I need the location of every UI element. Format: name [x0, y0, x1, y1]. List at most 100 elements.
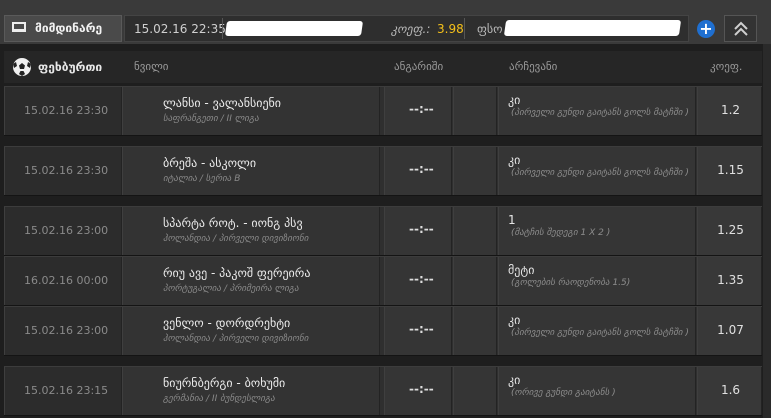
table-row[interactable]: 16.02.16 00:00 რიუ ავე - პაკოშ ფერეირა პ…: [4, 256, 762, 306]
football-icon: [13, 58, 31, 76]
score-cell: --:--: [384, 147, 452, 195]
date-cell: 16.02.16 00:00: [4, 257, 122, 305]
odds-value-cell: 1.35: [717, 273, 744, 287]
divider: [222, 18, 223, 39]
odds-cell: 1.2: [697, 87, 762, 135]
header-score: ანგარიში: [394, 60, 444, 73]
score-extra-cell: [453, 257, 497, 305]
pick-value: კი: [508, 313, 521, 327]
bet-slip-summary[interactable]: 15.02.16 22:35 კოეფ.: 3.98 ფსო: [124, 15, 689, 42]
header-event: ნვილი: [134, 60, 169, 73]
match-score: --:--: [409, 322, 434, 336]
pick-description: (პირველი გუნდი გაიტანს გოლს მატჩში ): [511, 328, 689, 338]
match-league: ჰოლანდია / პირველი დივიზიონი: [163, 234, 309, 244]
double-chevron-up-icon: [734, 21, 748, 36]
pick-description: (ორივე გუნდი გაიტანს ): [511, 388, 616, 398]
pick-cell: კი (პირველი გუნდი გაიტანს გოლს მატჩში ): [498, 307, 696, 355]
header-pick: არჩევანი: [509, 60, 558, 73]
score-cell: --:--: [384, 207, 452, 255]
match-teams[interactable]: ვენლო - დორდრეხტი: [163, 316, 290, 330]
match-cell[interactable]: ბრეშა - ასკოლი იტალია / სერია B: [122, 147, 380, 195]
match-cell[interactable]: ვენლო - დორდრეხტი ჰოლანდია / პირველი დივ…: [122, 307, 380, 355]
odds-value-cell: 1.15: [717, 163, 744, 177]
match-league: პორტუგალია / პრიმეირა ლიგა: [163, 284, 299, 294]
odds-value-cell: 1.2: [720, 103, 741, 117]
tab-live-label: მიმდინარე: [35, 21, 103, 35]
table-row[interactable]: 15.02.16 23:00 ვენლო - დორდრეხტი ჰოლანდი…: [4, 306, 762, 356]
pick-description: (პირველი გუნდი გაიტანს გოლს მატჩში ): [511, 168, 689, 178]
divider: [464, 18, 465, 39]
add-button[interactable]: +: [697, 20, 715, 38]
match-league: გერმანია / II ბუნდესლიგა: [163, 394, 275, 404]
match-score: --:--: [409, 222, 434, 236]
odds-value-cell: 1.25: [717, 223, 744, 237]
match-cell[interactable]: სპარტა როტ. - იონგ პსვ ჰოლანდია / პირველ…: [122, 207, 380, 255]
sport-title: ფეხბურთი: [38, 60, 103, 74]
match-teams[interactable]: სპარტა როტ. - იონგ პსვ: [163, 216, 303, 230]
slip-datetime: 15.02.16 22:35: [134, 22, 226, 36]
match-teams[interactable]: ბრეშა - ასკოლი: [163, 156, 256, 170]
pick-cell: კი (პირველი გუნდი გაიტანს გოლს მატჩში ): [498, 87, 696, 135]
match-score: --:--: [409, 272, 434, 286]
match-cell[interactable]: ნიურნბერგი - ბოხუმი გერმანია / II ბუნდეს…: [122, 367, 380, 415]
date-cell: 15.02.16 23:00: [4, 307, 122, 355]
pick-value: მეტი: [508, 263, 535, 277]
match-teams[interactable]: ნიურნბერგი - ბოხუმი: [163, 376, 285, 390]
match-score: --:--: [409, 102, 434, 116]
fso-label: ფსო: [477, 22, 503, 36]
match-league: იტალია / სერია B: [163, 174, 241, 184]
score-extra-cell: [453, 367, 497, 415]
score-cell: --:--: [384, 307, 452, 355]
pick-description: (პირველი გუნდი გაიტანს გოლს მატჩში ): [511, 108, 689, 118]
table-row[interactable]: 15.02.16 23:30 ბრეშა - ასკოლი იტალია / ს…: [4, 146, 762, 196]
score-cell: --:--: [384, 367, 452, 415]
redaction-mark: [224, 21, 364, 36]
collapse-button[interactable]: [724, 15, 757, 42]
match-cell[interactable]: ლანსი - ვალანსიენი საფრანგეთი / II ლიგა: [122, 87, 380, 135]
match-date: 15.02.16 23:30: [24, 164, 109, 177]
match-date: 15.02.16 23:30: [24, 104, 109, 117]
odds-cell: 1.35: [697, 257, 762, 305]
match-date: 15.02.16 23:00: [24, 324, 109, 337]
odds-cell: 1.15: [697, 147, 762, 195]
pick-value: კი: [508, 93, 521, 107]
table-row[interactable]: 15.02.16 23:30 ლანსი - ვალანსიენი საფრან…: [4, 86, 762, 136]
pick-cell: კი (პირველი გუნდი გაიტანს გოლს მატჩში ): [498, 147, 696, 195]
pick-description: (მატჩის შედეგი 1 X 2 ): [511, 228, 611, 238]
odds-value: 3.98: [437, 22, 464, 36]
odds-label: კოეფ.:: [391, 22, 431, 36]
odds-cell: 1.25: [697, 207, 762, 255]
table-row[interactable]: 15.02.16 23:00 სპარტა როტ. - იონგ პსვ ჰო…: [4, 206, 762, 256]
match-teams[interactable]: რიუ ავე - პაკოშ ფერეირა: [163, 266, 310, 280]
match-date: 15.02.16 23:15: [24, 384, 109, 397]
monitor-icon: [12, 22, 26, 32]
odds-value-cell: 1.07: [717, 323, 744, 337]
top-bar: მიმდინარე 15.02.16 22:35 კოეფ.: 3.98 ფსო…: [0, 0, 771, 44]
match-score: --:--: [409, 162, 434, 176]
match-league: ჰოლანდია / პირველი დივიზიონი: [163, 334, 309, 344]
match-teams[interactable]: ლანსი - ვალანსიენი: [163, 96, 281, 110]
pick-description: (გოლების რაოდენობა 1.5): [511, 278, 631, 288]
table-row[interactable]: 15.02.16 23:15 ნიურნბერგი - ბოხუმი გერმა…: [4, 366, 762, 416]
score-extra-cell: [453, 207, 497, 255]
pick-value: კი: [508, 153, 521, 167]
match-score: --:--: [409, 382, 434, 396]
scrollbar[interactable]: [763, 44, 771, 418]
date-cell: 15.02.16 23:15: [4, 367, 122, 415]
score-extra-cell: [453, 87, 497, 135]
date-cell: 15.02.16 23:00: [4, 207, 122, 255]
match-cell[interactable]: რიუ ავე - პაკოშ ფერეირა პორტუგალია / პრი…: [122, 257, 380, 305]
match-league: საფრანგეთი / II ლიგა: [163, 114, 259, 124]
score-extra-cell: [453, 307, 497, 355]
date-cell: 15.02.16 23:30: [4, 87, 122, 135]
header-odds: კოეფ.: [710, 60, 743, 73]
pick-cell: კი (ორივე გუნდი გაიტანს ): [498, 367, 696, 415]
pick-value: კი: [508, 373, 521, 387]
score-cell: --:--: [384, 257, 452, 305]
match-date: 16.02.16 00:00: [24, 274, 109, 287]
table-header: ფეხბურთი ნვილი ანგარიში არჩევანი კოეფ.: [4, 51, 762, 83]
tab-live[interactable]: მიმდინარე: [4, 15, 122, 42]
odds-cell: 1.6: [697, 367, 762, 415]
score-extra-cell: [453, 147, 497, 195]
date-cell: 15.02.16 23:30: [4, 147, 122, 195]
